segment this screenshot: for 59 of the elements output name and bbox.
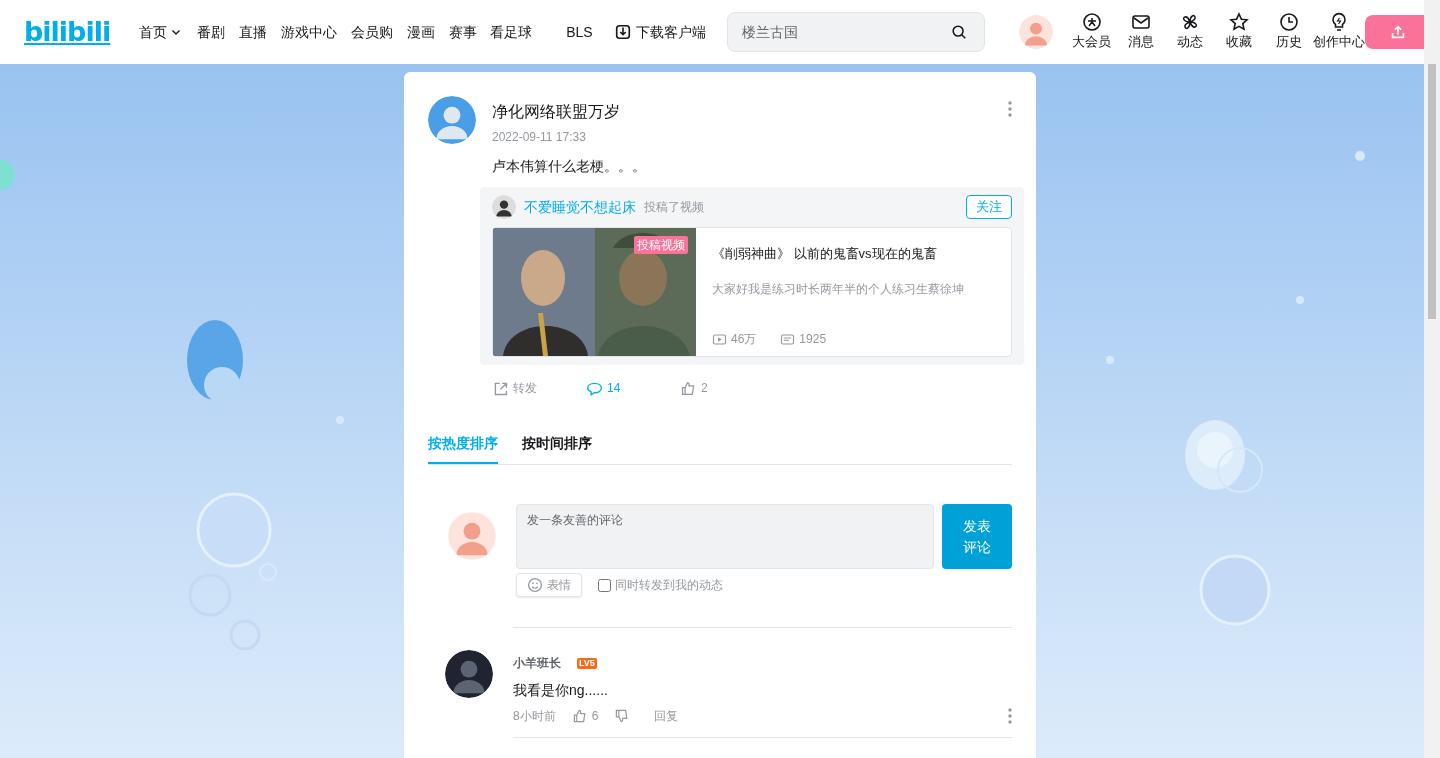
bubble-drawing	[336, 416, 344, 424]
nav-link[interactable]: 赛事	[449, 21, 478, 43]
nav-link[interactable]: 会员购	[351, 21, 394, 43]
header-action[interactable]: 动态	[1166, 12, 1215, 52]
upload-button[interactable]	[1364, 15, 1424, 49]
star-icon	[1229, 12, 1250, 33]
header-action[interactable]: 大会员	[1067, 12, 1116, 52]
search-icon	[950, 23, 969, 41]
bubble-drawing	[1355, 151, 1365, 161]
search-field[interactable]: 楼兰古国	[727, 20, 951, 44]
avatar[interactable]	[445, 650, 493, 698]
nav-link[interactable]: BLS	[566, 21, 593, 43]
comment-text: 我看是你ng......	[513, 681, 609, 700]
comment-user[interactable]: 小羊班长	[513, 654, 561, 672]
user-avatar[interactable]	[1019, 15, 1054, 49]
more-icon	[1008, 100, 1012, 117]
video-title[interactable]: 《削弱神曲》 以前的鬼畜vs现在的鬼畜	[712, 244, 995, 264]
bubble-drawing	[1199, 554, 1271, 626]
more-button[interactable]	[1008, 708, 1012, 724]
nav-link[interactable]: 漫画	[407, 21, 436, 43]
badge-icon	[1081, 12, 1102, 33]
level-badge: LV5	[577, 657, 597, 669]
header-action[interactable]: 收藏	[1215, 12, 1264, 52]
checkbox[interactable]	[598, 578, 611, 592]
view-count: 46万	[731, 331, 757, 348]
download-icon	[613, 23, 632, 41]
thumbs-up-icon	[680, 379, 697, 397]
scrollbar[interactable]	[1424, 0, 1440, 758]
clock-icon	[1278, 12, 1299, 33]
smiley-icon	[527, 577, 543, 593]
header-action[interactable]: 历史	[1264, 12, 1313, 52]
nav-link[interactable]: 游戏中心	[281, 21, 338, 43]
sort-tab[interactable]: 按时间排序	[522, 433, 592, 464]
list-icon	[780, 331, 796, 347]
header-action[interactable]: 创作中心	[1313, 12, 1364, 52]
nav-link[interactable]: 首页	[139, 21, 184, 43]
post-text: 卢本伟算什么老梗。。。	[492, 157, 647, 176]
author-name[interactable]: 净化网络联盟万岁	[492, 100, 1008, 124]
search-button[interactable]	[950, 23, 969, 41]
nav-link[interactable]: 直播	[239, 21, 268, 43]
video-description: 大家好我是练习时长两年半的个人练习生蔡徐坤	[712, 280, 965, 298]
play-icon	[712, 331, 727, 347]
bubble-drawing	[1106, 356, 1114, 364]
video-badge: 投稿视频	[634, 236, 688, 254]
video-card[interactable]: 投稿视频 《削弱神曲》 以前的鬼畜vs现在的鬼畜 大家好我是练习时长两年半的个人练习生蔡徐坤 46万 1925	[492, 227, 1012, 357]
header-action[interactable]: 消息	[1116, 12, 1165, 52]
post-time: 2022-09-11 17:33	[492, 129, 587, 146]
nav-link[interactable]: 下载客户端	[613, 21, 706, 43]
nav-link[interactable]: 看足球	[490, 21, 533, 43]
comment-field[interactable]: 发一条友善的评论	[516, 504, 934, 569]
more-icon	[1008, 708, 1012, 724]
avatar[interactable]	[492, 195, 516, 219]
search-bar[interactable]: 楼兰古国	[726, 12, 986, 52]
comment-time: 8小时前	[513, 708, 556, 725]
nav-link[interactable]: 番剧	[197, 21, 226, 43]
danmaku-count: 1925	[799, 331, 827, 348]
bubble-drawing	[1296, 296, 1304, 304]
repost-action: 投稿了视频	[644, 199, 704, 216]
thumbs-up-icon	[571, 708, 588, 724]
